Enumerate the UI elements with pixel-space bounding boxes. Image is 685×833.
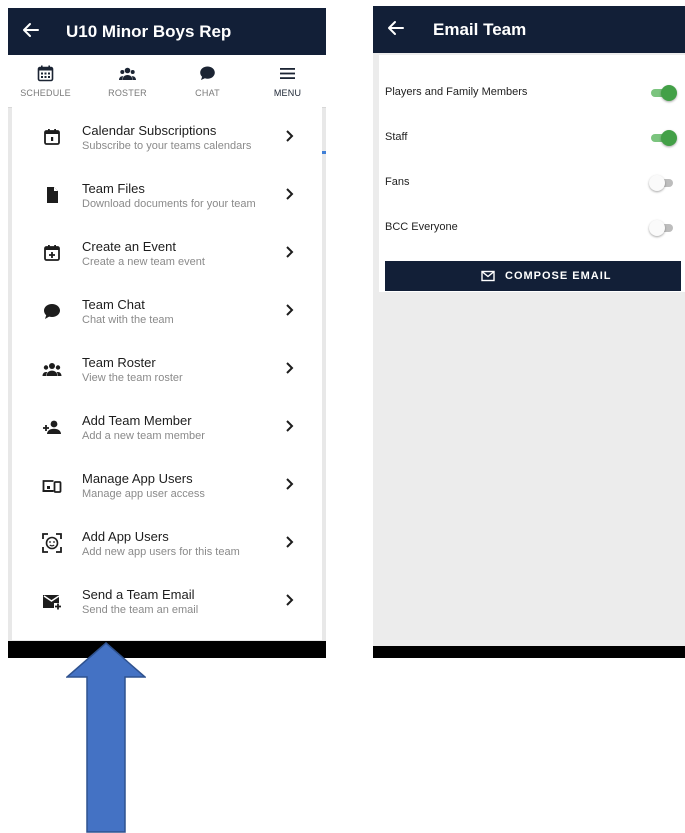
- up-arrow-annotation-icon: [66, 642, 146, 833]
- menu-item-subtitle: Send the team an email: [82, 604, 199, 616]
- menu-item-subtitle: View the team roster: [82, 372, 183, 384]
- menu-item-team-roster[interactable]: Team Roster View the team roster: [12, 347, 322, 405]
- chevron-right-icon: [286, 478, 294, 490]
- menu-item-add-team-member[interactable]: Add Team Member Add a new team member: [12, 405, 322, 463]
- chevron-right-icon: [286, 420, 294, 432]
- tab-chat[interactable]: CHAT: [170, 55, 245, 107]
- menu-item-title: Calendar Subscriptions: [82, 123, 217, 138]
- tab-chat-label: CHAT: [195, 88, 220, 98]
- menu-item-team-chat[interactable]: Team Chat Chat with the team: [12, 289, 322, 347]
- menu-item-send-team-email[interactable]: Send a Team Email Send the team an email: [12, 579, 322, 637]
- calendar-grid-icon: [37, 65, 54, 82]
- left-phone-screen: U10 Minor Boys Rep SCHEDULE ROSTER CHAT …: [8, 8, 326, 658]
- recipient-label: BCC Everyone: [385, 221, 458, 233]
- compose-email-label: COMPOSE EMAIL: [505, 270, 612, 282]
- menu-item-add-app-users[interactable]: Add App Users Add new app users for this…: [12, 521, 322, 579]
- chevron-right-icon: [286, 594, 294, 606]
- recipient-label: Players and Family Members: [385, 86, 528, 98]
- chevron-right-icon: [286, 362, 294, 374]
- calendar-add-icon: [44, 245, 60, 261]
- toggle-switch[interactable]: [649, 220, 677, 236]
- menu-item-subtitle: Add a new team member: [82, 430, 205, 442]
- email-plus-icon: [43, 595, 61, 610]
- group-icon: [119, 67, 136, 80]
- menu-item-title: Add App Users: [82, 529, 169, 544]
- menu-item-subtitle: Create a new team event: [82, 256, 205, 268]
- team-title: U10 Minor Boys Rep: [66, 22, 232, 41]
- chat-bubble-icon: [44, 304, 60, 319]
- nav-bar: [373, 646, 685, 658]
- calendar-icon: [44, 129, 60, 145]
- devices-icon: [42, 480, 62, 493]
- menu-item-title: Manage App Users: [82, 471, 193, 486]
- menu-item-subtitle: Subscribe to your teams calendars: [82, 140, 252, 152]
- recipient-label: Staff: [385, 131, 408, 143]
- menu-item-title: Team Files: [82, 181, 145, 196]
- recipient-row-fans: Fans: [379, 161, 685, 205]
- person-add-icon: [43, 420, 61, 434]
- tab-schedule[interactable]: SCHEDULE: [8, 55, 83, 107]
- group-icon: [42, 363, 62, 376]
- chevron-right-icon: [286, 130, 294, 142]
- tab-menu[interactable]: MENU: [250, 55, 325, 107]
- menu-item-subtitle: Chat with the team: [82, 314, 174, 326]
- tab-schedule-label: SCHEDULE: [20, 88, 71, 98]
- tab-menu-label: MENU: [273, 88, 302, 98]
- screen-title: Email Team: [433, 20, 527, 39]
- toggle-switch[interactable]: [649, 175, 677, 191]
- email-options-card: Players and Family Members Staff Fans BC…: [379, 55, 685, 292]
- nav-bar: [8, 641, 326, 658]
- recipient-row-players-family: Players and Family Members: [379, 71, 685, 115]
- face-scan-icon: [42, 533, 62, 553]
- menu-item-title: Create an Event: [82, 239, 176, 254]
- chat-bubble-icon: [200, 66, 215, 80]
- chevron-right-icon: [286, 188, 294, 200]
- menu-item-title: Team Chat: [82, 297, 145, 312]
- chevron-right-icon: [286, 536, 294, 548]
- menu-list: Calendar Subscriptions Subscribe to your…: [12, 107, 322, 640]
- tab-bar: SCHEDULE ROSTER CHAT MENU: [8, 55, 326, 154]
- right-phone-screen: Email Team Players and Family Members St…: [373, 6, 685, 658]
- chevron-right-icon: [286, 304, 294, 316]
- chevron-right-icon: [286, 246, 294, 258]
- app-bar: U10 Minor Boys Rep: [8, 8, 326, 55]
- menu-item-subtitle: Add new app users for this team: [82, 546, 240, 558]
- recipient-label: Fans: [385, 176, 410, 188]
- hamburger-icon: [280, 68, 295, 79]
- menu-item-manage-app-users[interactable]: Manage App Users Manage app user access: [12, 463, 322, 521]
- menu-item-title: Send a Team Email: [82, 587, 195, 602]
- compose-email-button[interactable]: COMPOSE EMAIL: [385, 261, 681, 291]
- recipient-row-staff: Staff: [379, 116, 685, 160]
- recipient-row-bcc-everyone: BCC Everyone: [379, 206, 685, 250]
- menu-item-subtitle: Manage app user access: [82, 488, 205, 500]
- menu-item-team-files[interactable]: Team Files Download documents for your t…: [12, 173, 322, 231]
- back-arrow-icon[interactable]: [387, 19, 405, 37]
- menu-item-subtitle: Download documents for your team: [82, 198, 256, 210]
- app-bar: Email Team: [373, 6, 685, 53]
- back-arrow-icon[interactable]: [22, 21, 40, 39]
- menu-item-calendar-subscriptions[interactable]: Calendar Subscriptions Subscribe to your…: [12, 115, 322, 173]
- file-icon: [47, 187, 58, 203]
- toggle-switch[interactable]: [649, 85, 677, 101]
- tab-roster[interactable]: ROSTER: [90, 55, 165, 107]
- menu-item-create-event[interactable]: Create an Event Create a new team event: [12, 231, 322, 289]
- email-outline-icon: [481, 270, 495, 282]
- menu-item-title: Add Team Member: [82, 413, 192, 428]
- tab-roster-label: ROSTER: [108, 88, 147, 98]
- toggle-switch[interactable]: [649, 130, 677, 146]
- menu-item-title: Team Roster: [82, 355, 156, 370]
